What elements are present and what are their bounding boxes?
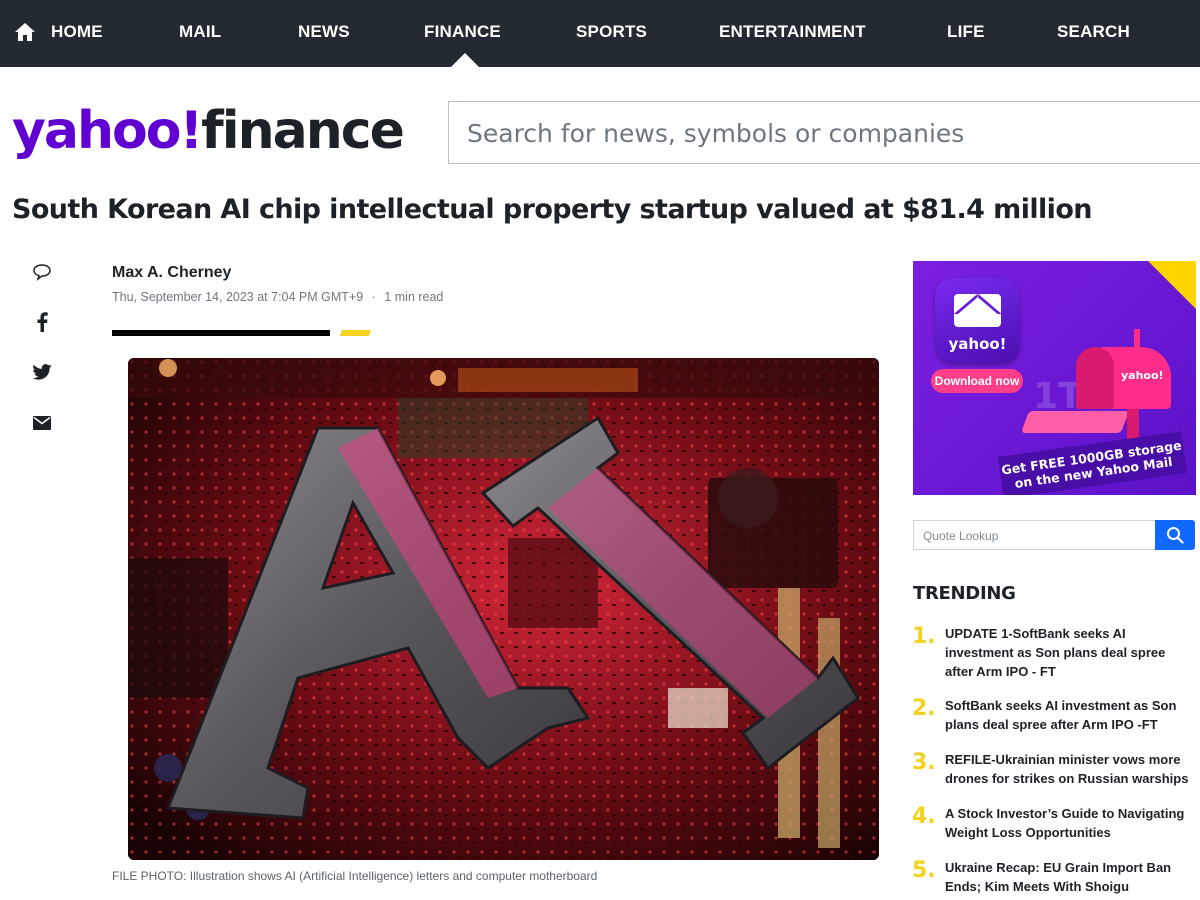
twitter-icon[interactable]: [30, 360, 54, 384]
envelope-flap: [954, 294, 1001, 314]
nav-home[interactable]: HOME: [51, 0, 103, 67]
ad-corner-decoration: [1148, 261, 1196, 309]
nav-life[interactable]: LIFE: [947, 0, 985, 67]
logo-finance-text: finance: [201, 101, 405, 161]
nav-news[interactable]: NEWS: [298, 0, 350, 67]
mailbox-tray: [1020, 411, 1130, 433]
trending-link[interactable]: REFILE-Ukrainian minister vows more dron…: [945, 750, 1197, 788]
trending-link[interactable]: SoftBank seeks AI investment as Son plan…: [945, 696, 1197, 734]
trending-link[interactable]: Ukraine Recap: EU Grain Import Ban Ends;…: [945, 858, 1197, 896]
comment-icon[interactable]: [30, 260, 54, 284]
search-input[interactable]: [467, 114, 1167, 152]
logo-yahoo-text: yahoo!: [12, 101, 203, 161]
quote-search-button[interactable]: [1155, 520, 1195, 550]
image-caption: FILE PHOTO: Illustration shows AI (Artif…: [112, 869, 598, 883]
nav-mail[interactable]: MAIL: [179, 0, 221, 67]
trending-link[interactable]: A Stock Investor’s Guide to Navigating W…: [945, 804, 1197, 842]
facebook-icon[interactable]: [30, 310, 54, 334]
trending-rank: 4.: [912, 804, 936, 829]
mailbox-brand: yahoo!: [1121, 369, 1164, 382]
ad-promo-banner: Get FREE 1000GB storage on the new Yahoo…: [997, 431, 1188, 495]
article-hero-image: [128, 358, 879, 860]
trending-link[interactable]: UPDATE 1-SoftBank seeks AI investment as…: [945, 624, 1197, 681]
trending-rank: 1.: [912, 624, 936, 649]
trending-rank: 5.: [912, 858, 936, 883]
trending-rank: 3.: [912, 750, 936, 775]
article-date: Thu, September 14, 2023 at 7:04 PM GMT+9: [112, 290, 364, 304]
search-bar[interactable]: [448, 101, 1200, 164]
yahoo-mail-ad[interactable]: yahoo! Download now 1TB yahoo! Get FREE …: [913, 261, 1196, 495]
quote-lookup-field[interactable]: [913, 520, 1156, 550]
yahoo-finance-logo[interactable]: yahoo!finance: [12, 96, 405, 166]
download-now-button[interactable]: Download now: [931, 369, 1023, 393]
mailbox-flag: [1134, 329, 1140, 359]
article-headline: South Korean AI chip intellectual proper…: [12, 194, 1093, 225]
nav-search[interactable]: SEARCH: [1057, 0, 1130, 67]
app-tile-label: yahoo!: [948, 335, 1007, 353]
byline-divider: [112, 330, 330, 336]
search-icon: [1167, 527, 1184, 544]
top-navigation-bar: HOME MAIL NEWS FINANCE SPORTS ENTERTAINM…: [0, 0, 1200, 67]
article-meta: Thu, September 14, 2023 at 7:04 PM GMT+9…: [112, 290, 443, 304]
nav-entertainment[interactable]: ENTERTAINMENT: [719, 0, 866, 67]
mailbox-illustration: yahoo!: [1076, 329, 1171, 409]
article-read-time: 1 min read: [384, 290, 444, 304]
trending-rank: 2.: [912, 696, 936, 721]
email-icon[interactable]: [30, 411, 54, 435]
quote-lookup-input[interactable]: [923, 527, 1143, 545]
article-author[interactable]: Max A. Cherney: [112, 264, 231, 282]
active-tab-indicator: [451, 53, 479, 67]
byline-accent: [339, 330, 372, 336]
home-icon[interactable]: [14, 22, 36, 42]
mailbox-door: [1076, 347, 1114, 409]
meta-separator: ·: [371, 290, 376, 304]
yahoo-mail-app-icon: yahoo!: [935, 278, 1020, 363]
trending-heading: TRENDING: [913, 583, 1016, 604]
nav-sports[interactable]: SPORTS: [576, 0, 647, 67]
motherboard-illustration: [128, 358, 879, 860]
